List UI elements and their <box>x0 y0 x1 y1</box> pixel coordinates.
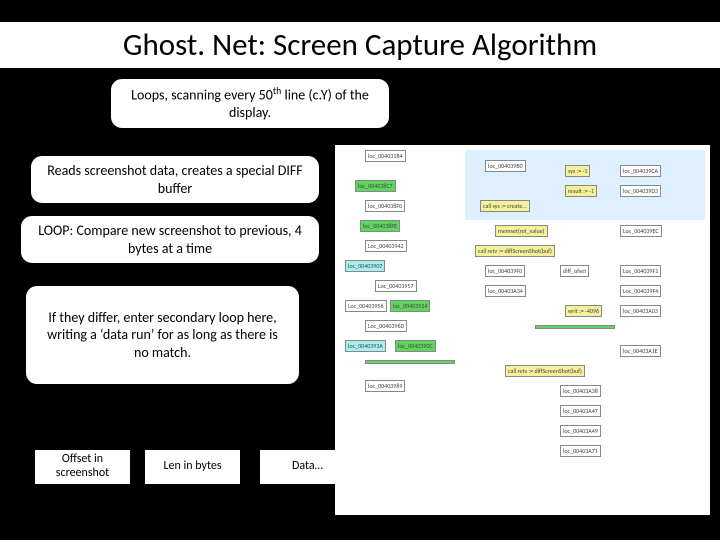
graph-node: loc_00403907 <box>345 260 385 272</box>
graph-node: loc_004039F0 <box>485 265 525 277</box>
graph-node: loc_00403A1E <box>620 345 661 357</box>
graph-node: Loc_004039F1 <box>620 265 661 277</box>
graph-node: loc_004031B4 <box>365 150 406 162</box>
graph-node: loc_00403A49 <box>560 425 601 437</box>
graph-node: call sys := create... <box>480 200 530 212</box>
graph-node: Loc_00403942 <box>365 240 407 252</box>
graph-node: loc_00403A38 <box>560 385 601 397</box>
graph-node: Loc_00403956 <box>345 300 387 312</box>
graph-node: loc_00403A47 <box>560 405 601 417</box>
struct-field-len: Len in bytes <box>145 448 240 486</box>
graph-node: call retv := diffScreenShot(buf) <box>505 365 585 377</box>
callout-secondary-loop: If they differ, enter secondary loop her… <box>25 285 300 385</box>
callout-compare-loop: LOOP: Compare new screenshot to previous… <box>20 215 320 264</box>
graph-node: loc_004039CA <box>620 165 661 177</box>
graph-node: loc_004039B0 <box>485 160 526 172</box>
graph-node: call retv := diffScreenShot(buf) <box>475 245 555 257</box>
graph-node <box>535 325 615 329</box>
graph-node: loc_004038FE <box>360 220 400 232</box>
graph-node: memset(ret_value) <box>495 225 548 237</box>
graph-node: loc_004039D3 <box>620 185 661 197</box>
graph-node: loc_004038F0 <box>365 200 405 212</box>
graph-node: writ := -4096 <box>565 305 602 317</box>
graph-node: loc_00403989 <box>365 380 405 392</box>
graph-node <box>365 360 455 364</box>
graph-node: result := -1 <box>565 185 597 197</box>
struct-field-offset: Offset in screenshot <box>35 448 130 486</box>
disassembly-graph: loc_004031B4 loc_004038C7 loc_004038F0 loc_… <box>335 145 710 515</box>
graph-node: sys := -1 <box>565 165 590 177</box>
graph-node: loc_0040393A <box>345 340 386 352</box>
graph-node: loc_00403A71 <box>560 445 601 457</box>
graph-node: Loc_00403957 <box>375 280 417 292</box>
callout-diff-buffer: Reads screenshot data, creates a special… <box>30 155 320 204</box>
graph-node: loc_00403924 <box>390 300 430 312</box>
graph-node: loc_00403A03 <box>620 305 661 317</box>
graph-node: diff_ofset <box>560 265 589 277</box>
graph-node: loc_004038C7 <box>355 180 396 192</box>
page-title: Ghost. Net: Screen Capture Algorithm <box>0 22 720 68</box>
graph-node: loc_0040390C <box>395 340 436 352</box>
callout-text: Loops, scanning every 50 <box>131 87 273 104</box>
callout-loop-lines: Loops, scanning every 50th line (c.Y) of… <box>110 78 390 129</box>
graph-node: Loc_0040396D <box>365 320 407 332</box>
graph-node: Loc_004039EC <box>620 225 662 237</box>
graph-node: Loc_004039F4 <box>620 285 661 297</box>
graph-node: loc_00403A34 <box>485 285 526 297</box>
